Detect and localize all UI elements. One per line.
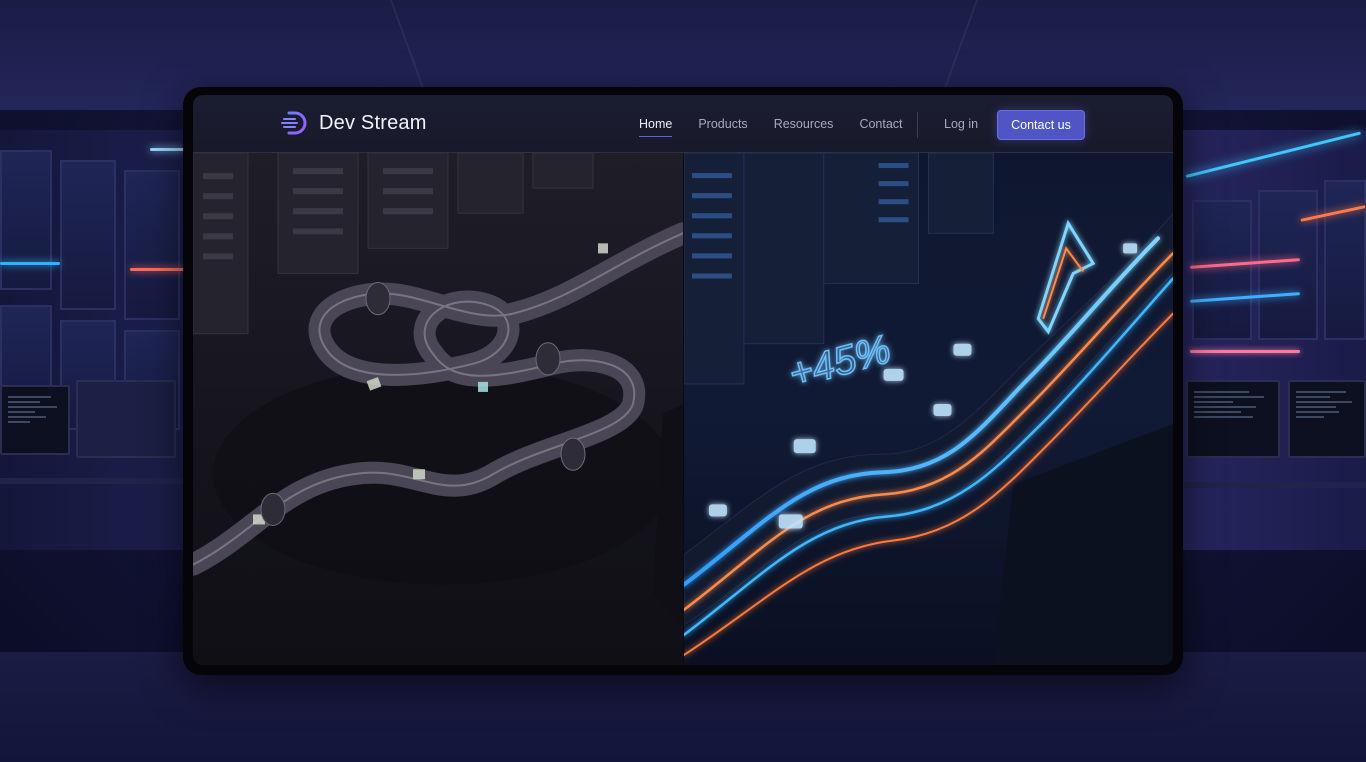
app-window: Dev Stream Home Produсts Resources Conta… bbox=[183, 87, 1183, 675]
tangled-pipeline-icon bbox=[193, 153, 683, 625]
neon-streak bbox=[130, 268, 184, 271]
website-screen: Dev Stream Home Produсts Resources Conta… bbox=[193, 95, 1173, 665]
desk bbox=[1184, 482, 1366, 488]
dev-stream-logo-icon bbox=[281, 111, 307, 135]
hero-panels: +45% bbox=[193, 153, 1173, 665]
neon-streak bbox=[0, 262, 60, 265]
neon-streak bbox=[1190, 350, 1300, 353]
navbar: Dev Stream Home Produсts Resources Conta… bbox=[193, 95, 1173, 153]
nav-divider bbox=[917, 112, 918, 138]
brand-logo[interactable]: Dev Stream bbox=[281, 109, 427, 137]
login-link[interactable]: Log in bbox=[944, 117, 978, 131]
streamlined-pipeline-image: +45% bbox=[683, 153, 1173, 665]
brand-name: Dev Stream bbox=[319, 111, 427, 134]
desk-monitor bbox=[76, 380, 176, 458]
desk-monitor bbox=[0, 385, 70, 455]
tangled-pipeline-image bbox=[193, 153, 683, 665]
nav-resources[interactable]: Resources bbox=[774, 111, 834, 137]
desk-monitor bbox=[1288, 380, 1366, 458]
nav-links: Home Produсts Resources Contact bbox=[639, 95, 929, 153]
desk bbox=[0, 478, 184, 484]
nav-home[interactable]: Home bbox=[639, 111, 673, 137]
nav-contact[interactable]: Contact bbox=[859, 111, 902, 137]
nav-products[interactable]: Produсts bbox=[698, 111, 747, 137]
contact-us-button[interactable]: Contact us bbox=[997, 110, 1085, 140]
desk-monitor bbox=[1186, 380, 1280, 458]
neon-streak bbox=[150, 148, 184, 151]
streamlined-pipeline-arrow-icon: +45% bbox=[684, 153, 1173, 665]
left-wall-windows bbox=[0, 130, 184, 550]
